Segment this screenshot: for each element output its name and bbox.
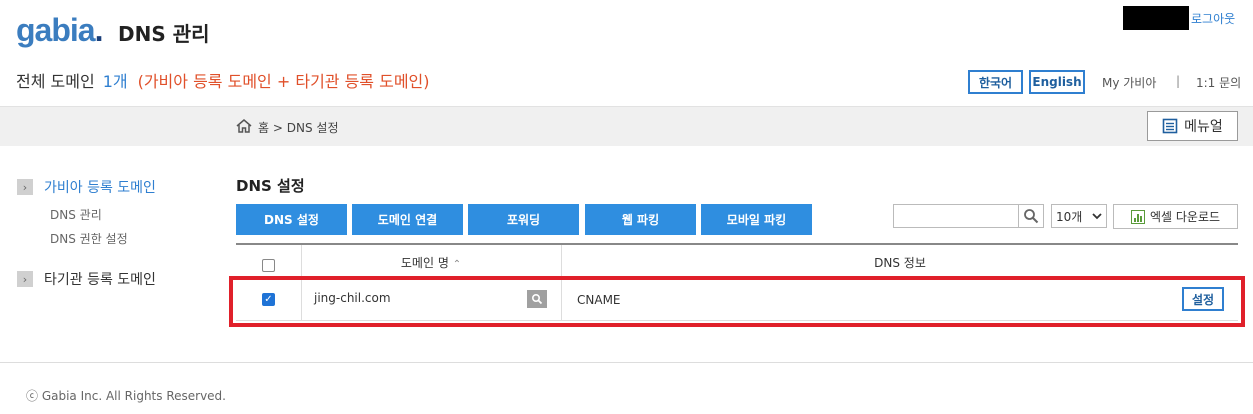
copyright: ⓒ Gabia Inc. All Rights Reserved.	[26, 389, 226, 403]
chevron-right-icon: ›	[17, 179, 33, 195]
sidebar-subitem-dns-permission[interactable]: DNS 권한 설정	[50, 230, 128, 247]
search-input[interactable]	[893, 204, 1019, 228]
page-size-select[interactable]: 10개	[1051, 204, 1107, 228]
summary-label: 전체 도메인	[16, 72, 95, 91]
lang-korean-button[interactable]: 한국어	[968, 70, 1023, 94]
select-all-checkbox[interactable]	[262, 259, 275, 272]
document-icon	[1162, 118, 1178, 134]
logout-link[interactable]: 로그아웃	[1191, 10, 1235, 27]
app-title: DNS 관리	[118, 22, 210, 46]
gabia-logo[interactable]: gabia.	[16, 12, 104, 49]
highlight-box	[229, 276, 1245, 327]
chevron-down-icon	[1092, 213, 1102, 220]
domain-summary: 전체 도메인 1개 (가비아 등록 도메인 + 타기관 등록 도메인)	[16, 68, 430, 92]
domain-connect-button[interactable]: 도메인 연결	[352, 204, 463, 235]
spreadsheet-icon	[1130, 209, 1145, 224]
breadcrumb: 홈 > DNS 설정	[258, 119, 339, 136]
column-header-domain[interactable]: 도메인 명 ⌃	[301, 254, 561, 271]
footer-divider	[0, 362, 1253, 363]
table-header: 도메인 명 ⌃ DNS 정보	[236, 243, 1238, 277]
summary-count: 1개	[102, 72, 128, 91]
breadcrumb-current: DNS 설정	[286, 121, 339, 135]
sidebar-item-gabia-domains[interactable]: 가비아 등록 도메인	[44, 177, 156, 197]
dns-settings-button[interactable]: DNS 설정	[236, 204, 347, 235]
sidebar-subitem-dns-manage[interactable]: DNS 관리	[50, 206, 102, 223]
column-header-dns: DNS 정보	[874, 256, 926, 270]
logo-text: gabia	[16, 12, 96, 48]
excel-download-button[interactable]: 엑셀 다운로드	[1113, 204, 1238, 229]
summary-desc: (가비아 등록 도메인 + 타기관 등록 도메인)	[137, 72, 430, 91]
sidebar-item-other-domains[interactable]: 타기관 등록 도메인	[44, 269, 156, 289]
chevron-right-icon: ›	[17, 271, 33, 287]
home-icon[interactable]	[236, 118, 252, 134]
breadcrumb-separator: >	[272, 121, 283, 135]
web-parking-button[interactable]: 웹 파킹	[585, 204, 696, 235]
excel-download-label: 엑셀 다운로드	[1149, 210, 1221, 224]
mobile-parking-button[interactable]: 모바일 파킹	[701, 204, 812, 235]
forwarding-button[interactable]: 포워딩	[468, 204, 579, 235]
lang-english-button[interactable]: English	[1029, 70, 1085, 94]
inquiry-link[interactable]: 1:1 문의	[1196, 74, 1241, 91]
manual-button-label: 메뉴얼	[1184, 119, 1223, 135]
breadcrumb-bar	[0, 106, 1253, 146]
column-domain-label: 도메인 명	[400, 256, 449, 270]
logo-dot: .	[94, 12, 104, 48]
breadcrumb-home[interactable]: 홈	[258, 121, 269, 135]
page-size-value: 10개	[1056, 209, 1083, 224]
my-gabia-link[interactable]: My 가비아	[1102, 74, 1156, 91]
manual-button[interactable]: 메뉴얼	[1147, 111, 1238, 141]
sort-up-icon[interactable]: ⌃	[453, 259, 461, 270]
search-icon	[1024, 209, 1039, 224]
nav-separator: |	[1176, 74, 1181, 88]
search-button[interactable]	[1018, 204, 1044, 228]
page-title: DNS 설정	[236, 177, 305, 195]
redacted-username	[1123, 6, 1189, 30]
